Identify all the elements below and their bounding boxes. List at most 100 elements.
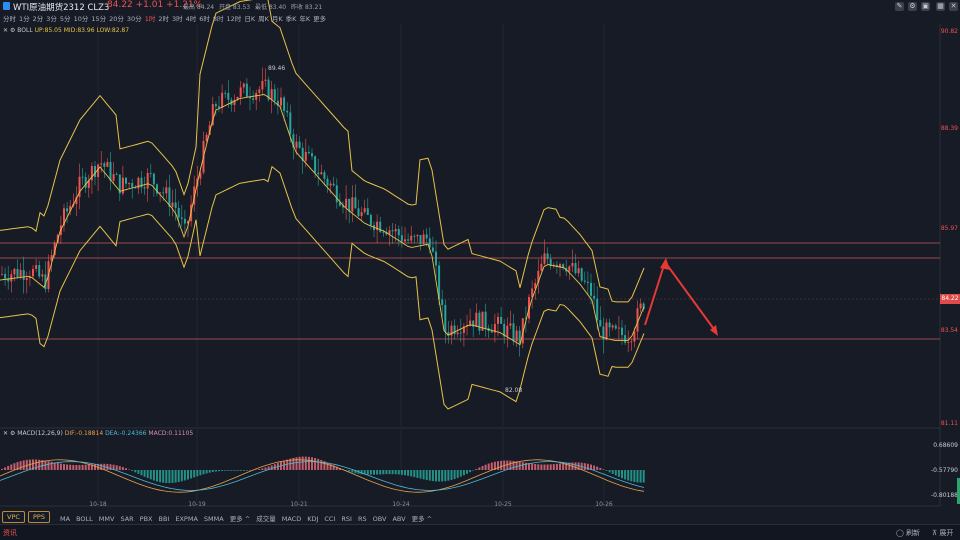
symbol-name[interactable]: WTI原油期货2312 CLZ3 <box>13 1 109 13</box>
macd-bar <box>317 459 319 470</box>
expand-button[interactable]: ⊼ 展开 <box>932 528 953 538</box>
indicator-item[interactable]: RSI <box>341 515 352 523</box>
candle-body <box>314 156 316 173</box>
period-tab[interactable]: 1分 <box>19 15 30 23</box>
price-chart[interactable]: 90.8288.3985.9783.5481.110.68609-0.57790… <box>0 0 960 539</box>
indicator-item[interactable]: KDJ <box>307 515 318 523</box>
candle-body <box>513 323 515 341</box>
indicator-item[interactable]: CCI <box>324 515 335 523</box>
settings-icon[interactable]: ⚙ <box>908 2 917 11</box>
date-axis-label: 10-18 <box>89 501 107 508</box>
indicator-item[interactable]: BBI <box>159 515 170 523</box>
indicator-item[interactable]: BOLL <box>76 515 93 523</box>
macd-bar <box>1 469 3 470</box>
period-tab[interactable]: 2分 <box>33 15 44 23</box>
macd-bar <box>156 470 158 481</box>
macd-bar <box>624 470 626 479</box>
candle-body <box>621 328 623 336</box>
indicator-item[interactable]: SMMA <box>204 515 224 523</box>
candle-body <box>506 326 508 337</box>
screenshot-icon[interactable]: ▣ <box>921 2 930 11</box>
indicator-item[interactable]: MMV <box>99 515 115 523</box>
layout-icon[interactable]: ▦ <box>936 2 945 11</box>
top-bar: WTI原油期货2312 CLZ3 84.22 +1.01 +1.21% 最高 8… <box>0 0 960 12</box>
pps-button[interactable]: PPS <box>28 511 50 523</box>
indicator-item[interactable]: 更多 ^ <box>230 515 251 523</box>
macd-bar <box>640 470 642 483</box>
macd-bar <box>286 460 288 470</box>
vpc-button[interactable]: VPC <box>2 511 25 523</box>
candle-body <box>296 142 298 148</box>
boll-close-icon[interactable]: ✕ <box>3 27 8 34</box>
macd-bar <box>463 470 465 475</box>
period-tab[interactable]: 年K <box>299 15 310 23</box>
close-icon[interactable]: ✕ <box>949 2 958 11</box>
macd-bar <box>451 470 453 480</box>
period-tab[interactable]: 10分 <box>74 15 89 23</box>
date-axis-label: 10-19 <box>188 501 206 508</box>
period-tab[interactable]: 6时 <box>199 15 210 23</box>
indicator-item[interactable]: RS <box>358 515 367 523</box>
period-tab[interactable]: 8时 <box>213 15 224 23</box>
macd-bar <box>66 464 68 470</box>
period-tab[interactable]: 1时 <box>145 15 156 23</box>
period-tab[interactable]: 12时 <box>227 15 242 23</box>
indicator-item[interactable]: SAR <box>120 515 133 523</box>
candle-body <box>215 104 217 106</box>
indicator-item[interactable]: MA <box>60 515 70 523</box>
candle-body <box>131 183 133 187</box>
candle-body <box>370 215 372 225</box>
period-tab[interactable]: 15分 <box>91 15 106 23</box>
macd-bar <box>466 470 468 474</box>
period-tab[interactable]: 20分 <box>109 15 124 23</box>
period-tab[interactable]: 30分 <box>127 15 142 23</box>
macd-close-icon[interactable]: ✕ <box>3 430 8 437</box>
refresh-button[interactable]: ◯ 刷新 <box>896 528 920 538</box>
macd-bar <box>51 462 53 470</box>
indicator-item[interactable]: MACD <box>282 515 301 523</box>
indicator-item[interactable]: 成交量 <box>256 515 276 523</box>
period-tab[interactable]: 分时 <box>3 15 16 23</box>
period-tab[interactable]: 3时 <box>172 15 183 23</box>
news-tab[interactable]: 资讯 <box>3 528 17 538</box>
macd-bar <box>305 457 307 470</box>
period-tab[interactable]: 2时 <box>158 15 169 23</box>
period-tab[interactable]: 4时 <box>186 15 197 23</box>
indicator-item[interactable]: PBX <box>140 515 153 523</box>
macd-bar <box>258 469 260 470</box>
period-tab[interactable]: 3分 <box>46 15 57 23</box>
macd-bar <box>320 460 322 470</box>
stat-high: 最高 84.24 <box>183 4 214 11</box>
candle-body <box>571 263 573 266</box>
draw-tool-icon[interactable]: ✎ <box>895 2 904 11</box>
period-tab[interactable]: 更多 <box>313 15 326 23</box>
candle-body <box>612 326 614 328</box>
indicator-item[interactable]: ABV <box>392 515 405 523</box>
period-tab[interactable]: 日K <box>244 15 255 23</box>
macd-settings-icon[interactable]: ⚙ <box>10 430 15 437</box>
macd-dea: DEA:-0.24366 <box>105 430 146 437</box>
period-tab[interactable]: 季K <box>286 15 297 23</box>
candle-body <box>286 111 288 113</box>
period-tab[interactable]: 周K <box>258 15 269 23</box>
low-label: 82.08 <box>505 387 522 394</box>
candle-body <box>103 163 105 166</box>
macd-bar <box>230 470 232 471</box>
indicator-item[interactable]: OBV <box>373 515 387 523</box>
macd-bar <box>162 470 164 483</box>
macd-bar <box>314 458 316 470</box>
indicator-item[interactable]: 更多 ^ <box>412 515 433 523</box>
period-tab[interactable]: 月K <box>272 15 283 23</box>
period-tab[interactable]: 5分 <box>60 15 71 23</box>
macd-axis-label: -0.80188 <box>931 492 958 499</box>
macd-bar <box>13 463 15 470</box>
boll-settings-icon[interactable]: ⚙ <box>10 27 15 34</box>
candle-body <box>38 265 40 276</box>
candle-body <box>444 305 446 332</box>
macd-bar <box>475 469 477 470</box>
macd-bar <box>485 465 487 470</box>
candle-body <box>624 335 626 343</box>
boll-up: UP:85.05 <box>35 27 62 34</box>
macd-bar <box>522 462 524 470</box>
indicator-item[interactable]: EXPMA <box>175 515 198 523</box>
